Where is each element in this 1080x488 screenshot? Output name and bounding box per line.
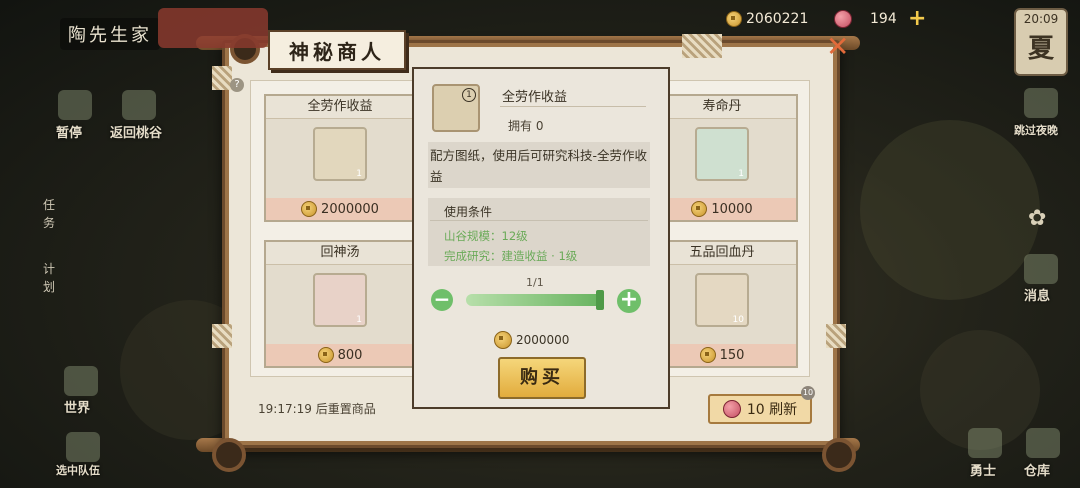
- item-price: 10000: [648, 198, 796, 220]
- season-clock: 20:09 夏: [1014, 8, 1068, 76]
- coin-icon: [301, 201, 318, 217]
- wheel-icon: [212, 438, 246, 472]
- task-char-2: 务: [42, 216, 55, 230]
- world-icon[interactable]: [64, 366, 98, 396]
- help-icon[interactable]: ?: [230, 78, 244, 92]
- item-price-value: 2000000: [321, 201, 379, 217]
- coin-icon: [494, 331, 512, 349]
- warehouse-button[interactable]: 仓库: [1024, 460, 1050, 479]
- item-count: 1: [738, 169, 744, 179]
- item-price-value: 150: [719, 347, 745, 363]
- warrior-icon[interactable]: [968, 428, 1002, 458]
- divider: [430, 220, 648, 221]
- message-button[interactable]: 消息: [1024, 285, 1050, 304]
- shop-title: 神秘商人: [268, 30, 406, 70]
- item-price-value: 800: [337, 347, 363, 363]
- detail-icon-badge: 1: [462, 88, 476, 102]
- add-resource-button[interactable]: +: [908, 8, 926, 30]
- scroll-icon: 1: [313, 127, 367, 181]
- clover-icon[interactable]: ✿: [1028, 206, 1052, 231]
- player-name: 陶先生家: [60, 18, 160, 50]
- item-price: 800: [266, 344, 414, 366]
- coin-icon: [726, 11, 742, 27]
- decrease-quantity-button[interactable]: −: [431, 289, 453, 311]
- item-price: 2000000: [266, 198, 414, 220]
- task-char-1: 任: [42, 198, 55, 212]
- refresh-button[interactable]: 10 刷新: [708, 394, 812, 424]
- reset-timer: 19:17:19 后重置商品: [258, 402, 376, 416]
- buy-button[interactable]: 购买: [498, 357, 586, 399]
- peach-counter: 194: [834, 8, 897, 30]
- team-button[interactable]: 选中队伍: [56, 462, 100, 478]
- shop-item-card[interactable]: 回神汤 1 800: [264, 240, 416, 368]
- coin-amount: 2060221: [746, 11, 809, 27]
- season-label: 夏: [1027, 34, 1054, 64]
- quantity-slider[interactable]: [466, 294, 604, 306]
- divider: [500, 106, 646, 107]
- rope-decoration: [212, 66, 232, 90]
- item-count: 10: [732, 315, 744, 325]
- close-icon[interactable]: ✕: [826, 30, 849, 63]
- coin-icon: [691, 201, 708, 217]
- clock-time: 20:09: [1023, 12, 1059, 26]
- item-name: 寿命丹: [648, 96, 796, 119]
- rope-decoration: [826, 324, 846, 348]
- coin-icon: [317, 347, 334, 363]
- coin-counter: 2060221: [726, 8, 808, 30]
- pause-icon[interactable]: [58, 90, 92, 120]
- scroll-icon: 1: [432, 84, 480, 132]
- wheel-icon: [822, 438, 856, 472]
- refresh-count-badge: 10: [801, 386, 815, 400]
- item-count: 1: [356, 315, 362, 325]
- item-price-value: 10000: [711, 201, 753, 217]
- owned-count: 拥有 0: [508, 119, 544, 133]
- team-icon[interactable]: [66, 432, 100, 462]
- conditions-title: 使用条件: [444, 205, 493, 219]
- refresh-label: 10 刷新: [746, 402, 798, 418]
- rope-decoration: [682, 34, 722, 58]
- pill-bottle-icon: 1: [695, 127, 749, 181]
- item-count: 1: [356, 169, 362, 179]
- total-price-value: 2000000: [516, 333, 570, 347]
- return-valley-icon[interactable]: [122, 90, 156, 120]
- plan-char-1: 计: [42, 262, 55, 276]
- bell-icon[interactable]: [1024, 254, 1058, 284]
- item-name: 回神汤: [266, 242, 414, 265]
- peach-icon: [722, 400, 741, 418]
- detail-description: 配方图纸，使用后可研究科技-全劳作收益: [428, 142, 650, 188]
- peach-icon: [834, 10, 852, 28]
- task-button[interactable]: 任 务: [42, 196, 56, 232]
- requirement-item: 完成研究：建造收益 · 1级: [444, 249, 578, 263]
- shop-item-card[interactable]: 全劳作收益 1 2000000: [264, 94, 416, 222]
- skip-night-button[interactable]: 跳过夜晚: [1014, 122, 1058, 138]
- coin-icon: [699, 347, 716, 363]
- moon-icon[interactable]: [1024, 88, 1058, 118]
- return-valley-button[interactable]: 返回桃谷: [110, 122, 162, 141]
- item-name: 全劳作收益: [266, 96, 414, 119]
- total-price: 2000000: [494, 331, 569, 349]
- requirement-item: 山谷规模：12级: [444, 229, 528, 243]
- pills-icon: 10: [695, 273, 749, 327]
- world-button[interactable]: 世界: [64, 397, 90, 416]
- increase-quantity-button[interactable]: +: [617, 289, 641, 313]
- slider-handle[interactable]: [596, 290, 604, 310]
- quantity-label: 1/1: [526, 276, 544, 289]
- item-price: 150: [648, 344, 796, 366]
- plan-button[interactable]: 计 划: [42, 260, 56, 296]
- pause-button[interactable]: 暂停: [56, 122, 82, 141]
- cart-decoration: [158, 8, 268, 48]
- warrior-button[interactable]: 勇士: [970, 460, 996, 479]
- item-name: 五品回血丹: [648, 242, 796, 265]
- warehouse-icon[interactable]: [1026, 428, 1060, 458]
- rope-decoration: [212, 324, 232, 348]
- plan-char-2: 划: [42, 280, 55, 294]
- soup-pot-icon: 1: [313, 273, 367, 327]
- peach-amount: 194: [870, 11, 897, 27]
- detail-name: 全劳作收益: [502, 90, 568, 105]
